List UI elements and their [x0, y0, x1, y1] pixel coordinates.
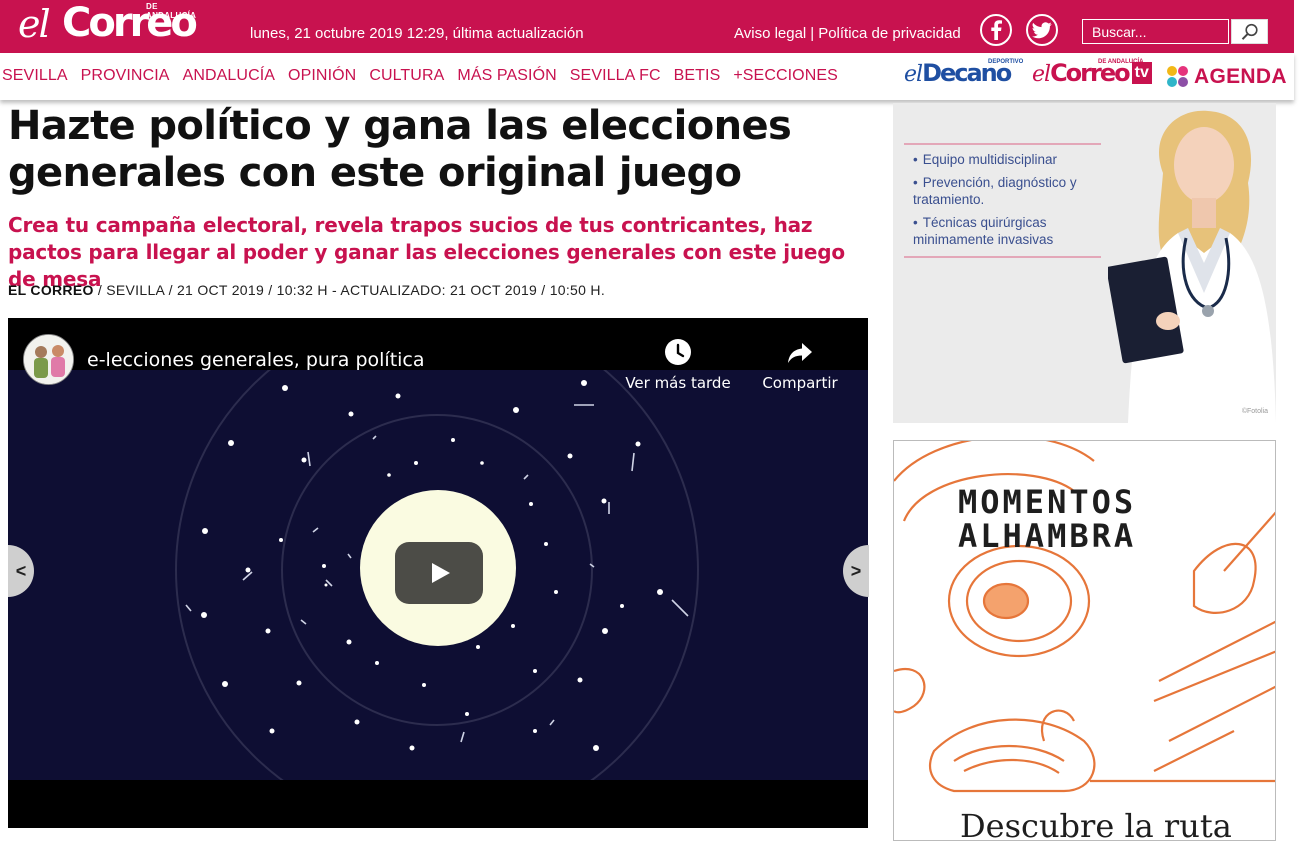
byline-source: EL CORREO: [8, 282, 94, 298]
watch-later-label: Ver más tarde: [625, 374, 731, 392]
clinic-ad-item: Técnicas quirúrgicas minimamente invasiv…: [913, 214, 1101, 248]
alhambra-ad[interactable]: MOMENTOS ALHAMBRA Descubre la ruta: [893, 440, 1276, 841]
clinic-ad-panel: Equipo multidisciplinar Prevención, diag…: [904, 143, 1101, 258]
page-edge: [1294, 0, 1301, 100]
alhambra-cta[interactable]: Descubre la ruta: [960, 807, 1232, 840]
tv-badge: tv: [1131, 62, 1152, 84]
nav-item-opinion[interactable]: OPINIÓN: [288, 67, 356, 85]
logo-subtitle: DE ANDALUCÍA: [146, 2, 197, 20]
play-button[interactable]: [395, 542, 483, 604]
twitter-icon[interactable]: [1026, 14, 1058, 46]
logo-el-text: el: [18, 2, 51, 46]
search-input[interactable]: [1083, 20, 1228, 43]
clinic-ad-list: Equipo multidisciplinar Prevención, diag…: [904, 145, 1101, 248]
byline-details: / SEVILLA / 21 OCT 2019 / 10:32 H - ACTU…: [93, 282, 606, 298]
alhambra-ad-title: MOMENTOS ALHAMBRA: [958, 485, 1136, 553]
nav-item-sevilla[interactable]: SEVILLA: [2, 67, 68, 85]
decano-el-text: el: [904, 62, 923, 87]
clinic-ad[interactable]: Equipo multidisciplinar Prevención, diag…: [893, 103, 1276, 423]
search-icon: [1241, 23, 1258, 40]
channel-avatar-image: [24, 335, 73, 384]
search-button[interactable]: [1231, 19, 1268, 44]
agenda-dots-icon: [1167, 66, 1189, 88]
nav-item-betis[interactable]: BETIS: [674, 67, 721, 85]
article-headline: Hazte político y gana las elecciones gen…: [8, 103, 792, 196]
nav-item-cultura[interactable]: CULTURA: [369, 67, 444, 85]
clinic-ad-item: Prevención, diagnóstico y tratamiento.: [913, 174, 1101, 208]
share-arrow-icon: [788, 343, 812, 363]
article-byline: EL CORREO / SEVILLA / 21 OCT 2019 / 10:3…: [8, 282, 605, 298]
video-player[interactable]: e-lecciones generales, pura política Ver…: [8, 318, 868, 828]
tv-tag: DE ANDALUCÍA: [1098, 59, 1144, 65]
clock-icon: [665, 339, 691, 365]
share-label: Compartir: [762, 374, 838, 392]
agenda-label: AGENDA: [1194, 65, 1287, 88]
doctor-image: [1108, 110, 1276, 423]
clinic-ad-item: Equipo multidisciplinar: [913, 151, 1101, 168]
el-decano-logo[interactable]: elDecano DEPORTIVO: [904, 59, 1023, 89]
legal-separator: |: [810, 25, 815, 42]
nav-item-andalucia[interactable]: ANDALUCÍA: [183, 67, 275, 85]
alhambra-title-line-1: MOMENTOS: [958, 483, 1137, 521]
nav-item-sevilla-fc[interactable]: SEVILLA FC: [570, 67, 661, 85]
article-subtitle: Crea tu campaña electoral, revela trapos…: [8, 213, 845, 291]
video-bottom-bar: [8, 780, 868, 828]
top-bar: el Correo DE ANDALUCÍA lunes, 21 octubre…: [0, 0, 1301, 53]
tv-el-text: el: [1032, 62, 1051, 87]
nav-item-mas-pasion[interactable]: MÁS PASIÓN: [457, 67, 556, 85]
alhambra-title-line-2: ALHAMBRA: [958, 517, 1137, 555]
legal-links: Aviso legal | Política de privacidad: [734, 25, 961, 42]
nav-items: SEVILLA PROVINCIA ANDALUCÍA OPINIÓN CULT…: [2, 67, 851, 85]
facebook-icon[interactable]: [980, 14, 1012, 46]
legal-notice-link[interactable]: Aviso legal: [734, 25, 806, 42]
nav-item-secciones[interactable]: +SECCIONES: [733, 67, 838, 85]
nav-item-provincia[interactable]: PROVINCIA: [81, 67, 170, 85]
watch-later-button[interactable]: Ver más tarde: [622, 338, 734, 392]
search-box: [1082, 19, 1229, 44]
agenda-link[interactable]: AGENDA: [1167, 62, 1287, 92]
video-title[interactable]: e-lecciones generales, pura política: [87, 349, 425, 371]
share-button[interactable]: Compartir: [758, 338, 842, 392]
section-nav: SEVILLA PROVINCIA ANDALUCÍA OPINIÓN CULT…: [0, 53, 1294, 100]
date-text: lunes, 21 octubre 2019 12:29, última act…: [250, 25, 584, 42]
decano-tag: DEPORTIVO: [988, 59, 1024, 65]
privacy-policy-link[interactable]: Política de privacidad: [818, 25, 961, 42]
el-correo-tv-logo[interactable]: elCorreo tv DE ANDALUCÍA: [1032, 59, 1152, 89]
channel-avatar[interactable]: [23, 334, 74, 385]
clinic-ad-credit: ©Fotolia: [1241, 408, 1268, 415]
play-icon: [432, 563, 450, 583]
